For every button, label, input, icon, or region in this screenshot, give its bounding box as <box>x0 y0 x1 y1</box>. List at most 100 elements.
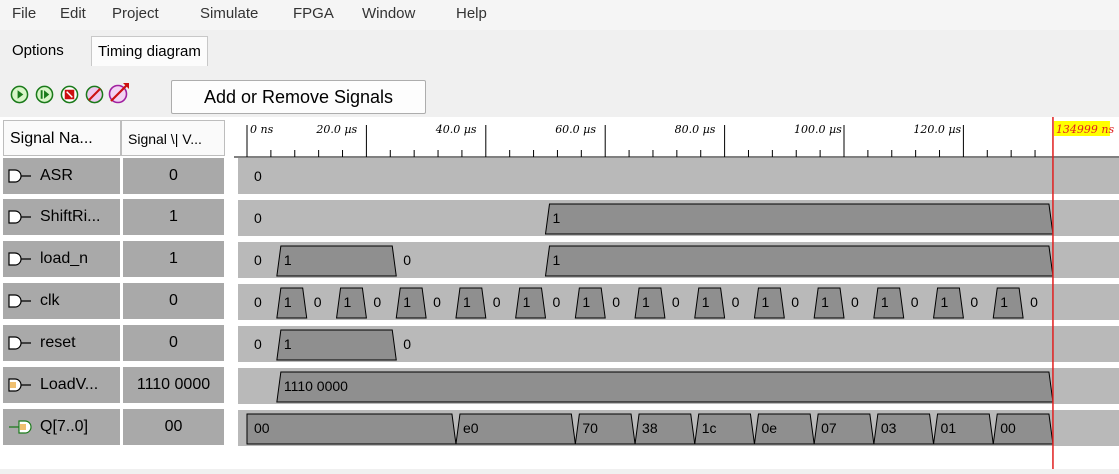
waveform-value-label: 0 <box>254 168 262 184</box>
waveform-value-label: 1c <box>702 420 717 436</box>
waveform-value-label: 0 <box>254 294 262 310</box>
waveform-value-label: 03 <box>881 420 897 436</box>
high-level-segment[interactable] <box>276 245 397 277</box>
signal-name-header[interactable]: Signal Na... <box>3 120 121 156</box>
waveform-value-label: 0 <box>254 210 262 226</box>
menu-fpga[interactable]: FPGA <box>293 5 334 22</box>
waveform-value-label: 0 <box>373 294 381 310</box>
waveform-value-label: 0 <box>672 294 680 310</box>
high-level-segment[interactable] <box>515 287 547 319</box>
timeline-tick-label: 0 ns <box>250 123 274 136</box>
waveform-row-background <box>238 158 1119 194</box>
timeline-tick-label: 100.0 µs <box>794 123 842 136</box>
signal-list-panel: Signal Na... Signal \| V... ASR 0 ShiftR… <box>0 117 234 469</box>
waveform-value-label: 0 <box>493 294 501 310</box>
high-level-segment[interactable] <box>813 287 845 319</box>
high-level-segment[interactable] <box>335 287 367 319</box>
step-icon[interactable] <box>35 85 54 104</box>
waveform-value-label: 0 <box>851 294 859 310</box>
signal-row-name[interactable]: LoadV... <box>3 367 120 403</box>
play-icon[interactable] <box>10 85 29 104</box>
high-level-segment[interactable] <box>276 287 308 319</box>
high-level-segment[interactable] <box>694 287 726 319</box>
signal-name-label: ASR <box>40 167 73 184</box>
high-level-segment[interactable] <box>574 287 606 319</box>
high-level-segment[interactable] <box>992 287 1024 319</box>
add-remove-signals-button[interactable]: Add or Remove Signals <box>171 80 426 114</box>
timeline-tick-label: 40.0 µs <box>435 123 477 136</box>
waveform-value-label: 00 <box>1000 420 1016 436</box>
high-level-segment[interactable] <box>276 329 397 361</box>
waveform-value-label: 1 <box>881 294 889 310</box>
timeline-tick-label: 120.0 µs <box>913 123 961 136</box>
tab-options[interactable]: Options <box>6 36 70 66</box>
waveform-value-label: 0 <box>1030 294 1038 310</box>
signal-row-name[interactable]: ASR <box>3 158 120 194</box>
signal-row-value: 1 <box>123 241 224 277</box>
high-level-segment[interactable] <box>873 287 905 319</box>
menu-help[interactable]: Help <box>456 5 487 22</box>
signal-row-value: 1 <box>123 199 224 235</box>
signal-row-name[interactable]: clk <box>3 283 120 319</box>
bus-value-segment[interactable] <box>246 413 457 445</box>
timeline-tick-label: 80.0 µs <box>675 123 716 136</box>
waveform-value-label: 0 <box>433 294 441 310</box>
waveform-value-label: 70 <box>582 420 598 436</box>
reset-icon[interactable] <box>108 82 130 104</box>
waveform-value-label: 0 <box>612 294 620 310</box>
menu-simulate[interactable]: Simulate <box>200 5 258 22</box>
signal-value-header[interactable]: Signal \| V... <box>121 120 225 156</box>
waveform-value-label: 1 <box>1000 294 1008 310</box>
menu-window[interactable]: Window <box>362 5 415 22</box>
high-level-segment[interactable] <box>544 203 1054 235</box>
signal-name-label: LoadV... <box>40 376 99 393</box>
waveform-value-label: 1 <box>642 294 650 310</box>
bus-output-pin-icon <box>9 420 32 434</box>
stop-icon[interactable] <box>60 85 79 104</box>
signal-row-value: 00 <box>123 409 224 445</box>
waveform-area[interactable]: 0 ns 20.0 µs 40.0 µs 60.0 µs 80.0 µs 100.0 µs… <box>234 117 1119 469</box>
menu-file[interactable]: File <box>12 5 36 22</box>
waveform-value-label: 0 <box>254 336 262 352</box>
signal-name-label: clk <box>40 292 60 309</box>
tab-timing-diagram[interactable]: Timing diagram <box>91 36 208 66</box>
signal-row-name[interactable]: reset <box>3 325 120 361</box>
waveform-value-label: 1 <box>941 294 949 310</box>
high-level-segment[interactable] <box>395 287 427 319</box>
waveform-value-label: 0 <box>403 252 411 268</box>
input-pin-icon <box>8 169 31 183</box>
waveform-value-label: 38 <box>642 420 658 436</box>
high-level-segment[interactable] <box>932 287 964 319</box>
high-level-segment[interactable] <box>753 287 785 319</box>
bus-input-pin-icon <box>8 378 31 392</box>
waveform-value-label: 01 <box>941 420 957 436</box>
signal-row-value: 0 <box>123 325 224 361</box>
waveform-value-label: 1 <box>582 294 590 310</box>
waveform-value-label: 1110 0000 <box>284 378 348 394</box>
input-pin-icon <box>8 210 31 224</box>
bus-value-segment[interactable] <box>276 371 1054 403</box>
menu-bar: File Edit Project Simulate FPGA Window H… <box>0 0 1119 30</box>
waveform-value-label: 0 <box>970 294 978 310</box>
waveform-value-label: 1 <box>284 336 292 352</box>
input-pin-icon <box>8 336 31 350</box>
waveform-value-label: 1 <box>761 294 769 310</box>
signal-row-name[interactable]: load_n <box>3 241 120 277</box>
timeline-tick-label: 20.0 µs <box>315 123 357 136</box>
high-level-segment[interactable] <box>455 287 487 319</box>
signal-row-name[interactable]: ShiftRi... <box>3 199 120 235</box>
signal-name-label: load_n <box>40 250 89 267</box>
signal-row-name[interactable]: Q[7..0] <box>3 409 120 445</box>
waveform-value-label: 0 <box>314 294 322 310</box>
menu-edit[interactable]: Edit <box>60 5 86 22</box>
high-level-segment[interactable] <box>634 287 666 319</box>
clear-icon[interactable] <box>85 85 104 104</box>
timeline-tick-label: 60.0 µs <box>555 123 596 136</box>
menu-project[interactable]: Project <box>112 5 159 22</box>
waveform-canvas[interactable]: 0 ns 20.0 µs 40.0 µs 60.0 µs 80.0 µs 100.0 µs… <box>234 117 1119 469</box>
signal-row-value: 0 <box>123 158 224 194</box>
waveform-value-label: 1 <box>284 252 292 268</box>
high-level-segment[interactable] <box>544 245 1054 277</box>
signal-name-label: ShiftRi... <box>40 208 101 225</box>
waveform-value-label: 0 <box>254 252 262 268</box>
